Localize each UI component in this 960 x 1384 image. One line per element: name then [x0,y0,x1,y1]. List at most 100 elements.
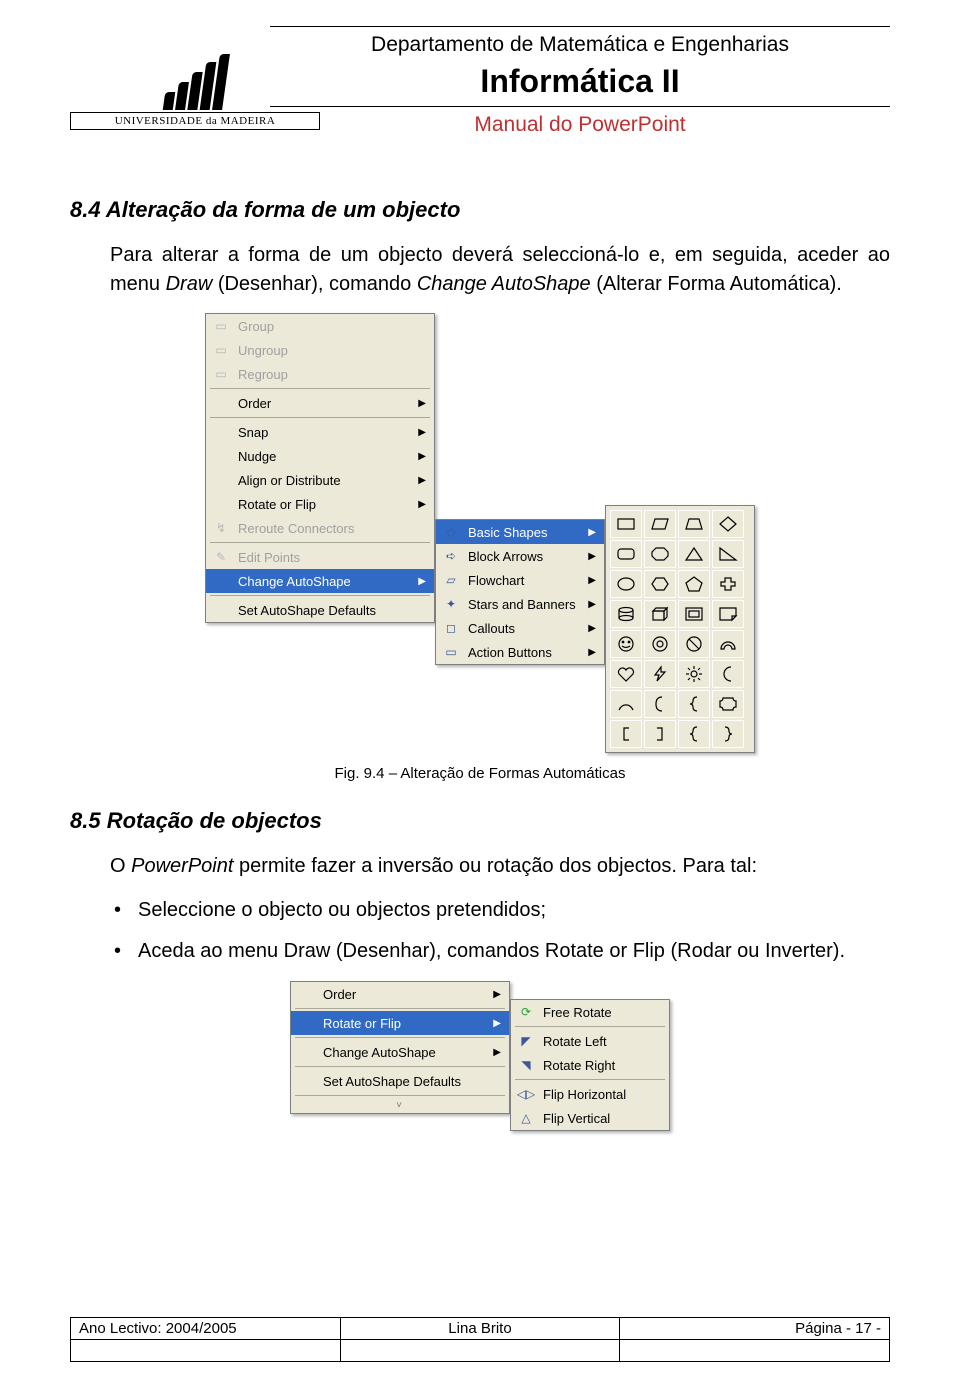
submenu-arrow-icon: ▶ [588,599,596,610]
page-header: UNIVERSIDADE da MADEIRA Departamento de … [70,26,890,137]
footer-table: Ano Lectivo: 2004/2005 Lina Brito Página… [70,1317,890,1362]
menu-separator [210,417,430,418]
shape-right-bracket[interactable] [644,720,676,748]
shape-plaque[interactable] [712,690,744,718]
university-logo: UNIVERSIDADE da MADEIRA [70,54,320,130]
group-icon: ▭ [212,317,230,335]
shape-lightning[interactable] [644,660,676,688]
university-name: UNIVERSIDADE da MADEIRA [70,112,320,130]
menu-label: Callouts [468,621,580,636]
shape-left-bracket[interactable] [610,720,642,748]
shape-smiley[interactable] [610,630,642,658]
menu-item-group[interactable]: ▭ Group [206,314,434,338]
submenu-item-stars-banners[interactable]: ✦ Stars and Banners ▶ [436,592,604,616]
shape-trapezoid[interactable] [678,510,710,538]
shape-rounded-rect[interactable] [610,540,642,568]
menu-item-snap[interactable]: Snap ▶ [206,420,434,444]
blank-icon [297,985,315,1003]
change-autoshape-submenu: ◇ Basic Shapes ▶ ➪ Block Arrows ▶ ▱ Flow… [435,519,605,665]
footer-empty-cell [71,1340,341,1362]
reroute-icon: ↯ [212,519,230,537]
menu-label: Free Rotate [543,1005,661,1020]
text-fragment: (Desenhar), comando [212,273,417,295]
shape-bevel[interactable] [678,600,710,628]
menu-item-order[interactable]: Order ▶ [291,982,509,1006]
submenu-arrow-icon: ▶ [418,398,426,409]
menu-item-set-defaults[interactable]: Set AutoShape Defaults [206,598,434,622]
shape-pentagon[interactable] [678,570,710,598]
shape-left-brace[interactable] [678,720,710,748]
menu-separator [515,1026,665,1027]
callouts-icon: ◻ [442,619,460,637]
shapes-grid [610,510,750,748]
basic-shapes-icon: ◇ [442,523,460,541]
submenu-item-flowchart[interactable]: ▱ Flowchart ▶ [436,568,604,592]
menu-item-reroute[interactable]: ↯ Reroute Connectors [206,516,434,540]
menu-item-change-autoshape[interactable]: Change AutoShape ▶ [291,1040,509,1064]
shape-triangle[interactable] [678,540,710,568]
figure-9-4: ▭ Group ▭ Ungroup ▭ Regroup Order ▶ [70,313,890,753]
menu-label: Change AutoShape [238,574,410,589]
menu-item-change-autoshape[interactable]: Change AutoShape ▶ [206,569,434,593]
shape-arc[interactable] [610,690,642,718]
shape-moon[interactable] [712,660,744,688]
shape-octagon[interactable] [644,540,676,568]
shape-heart[interactable] [610,660,642,688]
shape-cube[interactable] [644,600,676,628]
shape-oval[interactable] [610,570,642,598]
menu-item-rotate[interactable]: Rotate or Flip ▶ [206,492,434,516]
submenu-item-block-arrows[interactable]: ➪ Block Arrows ▶ [436,544,604,568]
shape-right-brace[interactable] [712,720,744,748]
menu-item-ungroup[interactable]: ▭ Ungroup [206,338,434,362]
submenu-item-callouts[interactable]: ◻ Callouts ▶ [436,616,604,640]
submenu-item-free-rotate[interactable]: ⟳ Free Rotate [511,1000,669,1024]
menu-separator [295,1008,505,1009]
shape-no-symbol[interactable] [678,630,710,658]
stars-icon: ✦ [442,595,460,613]
menu-item-nudge[interactable]: Nudge ▶ [206,444,434,468]
submenu-arrow-icon: ▶ [493,1018,501,1029]
menu-label: Regroup [238,367,426,382]
menu-item-set-defaults[interactable]: Set AutoShape Defaults [291,1069,509,1093]
shape-block-arc[interactable] [712,630,744,658]
submenu-item-rotate-right[interactable]: ◥ Rotate Right [511,1053,669,1077]
menu-separator [295,1095,505,1096]
basic-shapes-palette [605,505,755,753]
bullet-item: Seleccione o objecto ou objectos pretend… [110,895,890,926]
menu-label: Edit Points [238,550,426,565]
footer-empty-cell [619,1340,889,1362]
shape-brace-left[interactable] [678,690,710,718]
menu-expand-chevron[interactable]: ˅ [291,1098,509,1113]
menu-separator [210,388,430,389]
menu-item-order[interactable]: Order ▶ [206,391,434,415]
shape-cross[interactable] [712,570,744,598]
menu-label: Order [238,396,410,411]
shape-right-triangle[interactable] [712,540,744,568]
shape-donut[interactable] [644,630,676,658]
shape-hexagon[interactable] [644,570,676,598]
manual-subtitle: Manual do PowerPoint [270,113,890,137]
submenu-item-flip-horizontal[interactable]: ◁▷ Flip Horizontal [511,1082,669,1106]
menu-item-rotate-flip[interactable]: Rotate or Flip ▶ [291,1011,509,1035]
ungroup-icon: ▭ [212,341,230,359]
shape-diamond[interactable] [712,510,744,538]
submenu-item-flip-vertical[interactable]: △ Flip Vertical [511,1106,669,1130]
header-rule [270,106,890,107]
section-heading-8-5: 8.5 Rotação de objectos [70,808,890,834]
menu-item-align[interactable]: Align or Distribute ▶ [206,468,434,492]
submenu-item-basic-shapes[interactable]: ◇ Basic Shapes ▶ [436,520,604,544]
block-arrows-icon: ➪ [442,547,460,565]
shape-rectangle[interactable] [610,510,642,538]
shape-sun[interactable] [678,660,710,688]
menu-label: Rotate or Flip [323,1016,485,1031]
shape-bracket-left[interactable] [644,690,676,718]
submenu-item-rotate-left[interactable]: ◤ Rotate Left [511,1029,669,1053]
shape-cylinder[interactable] [610,600,642,628]
submenu-item-action-buttons[interactable]: ▭ Action Buttons ▶ [436,640,604,664]
menu-item-edit-points[interactable]: ✎ Edit Points [206,545,434,569]
text-fragment: O [110,855,131,877]
menu-item-regroup[interactable]: ▭ Regroup [206,362,434,386]
submenu-arrow-icon: ▶ [418,475,426,486]
shape-parallelogram[interactable] [644,510,676,538]
shape-folded-corner[interactable] [712,600,744,628]
